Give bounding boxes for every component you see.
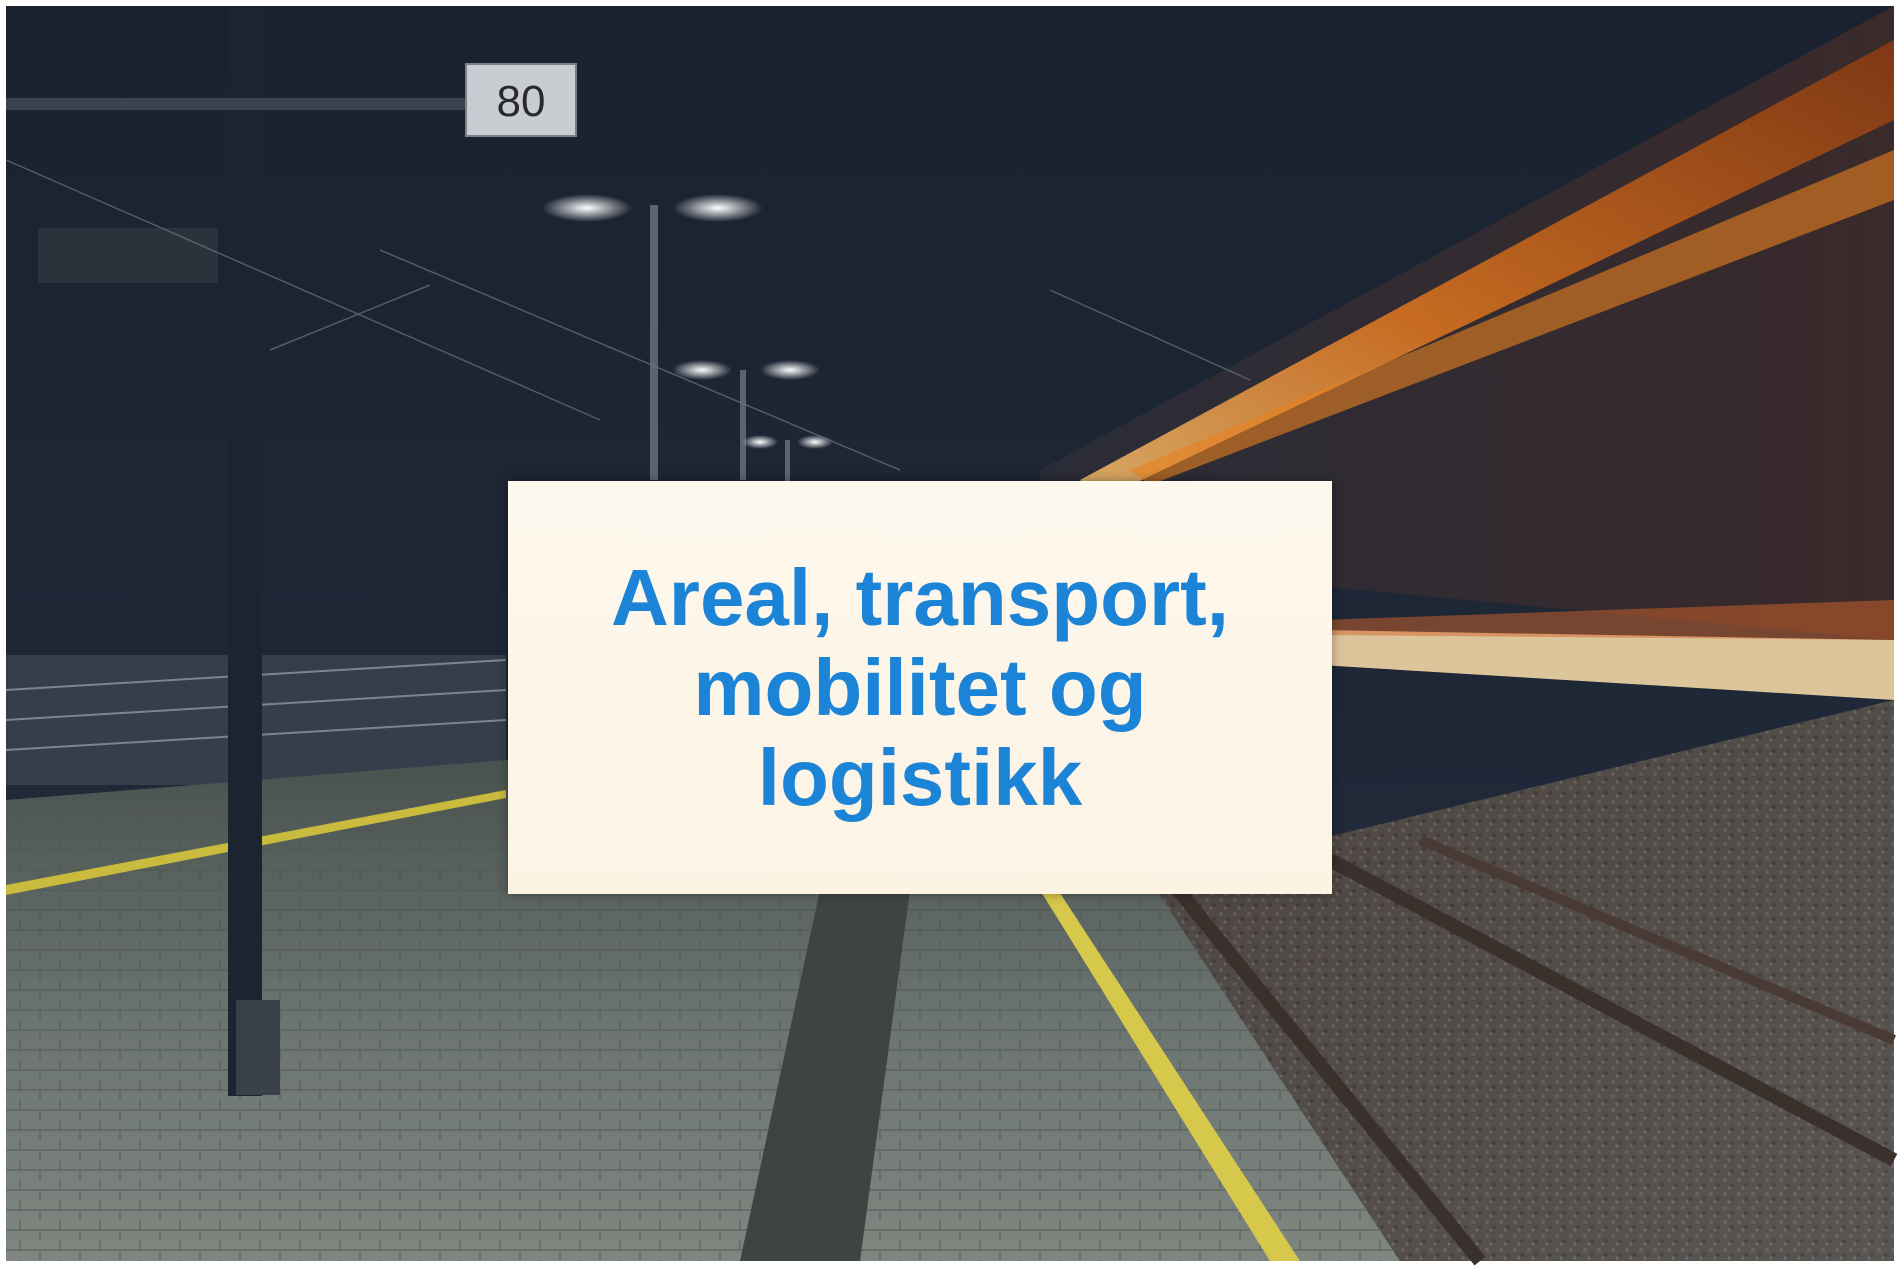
title-line: mobilitet og [693,642,1147,732]
title-card: Areal, transport, mobilitet og logistikk [508,481,1332,894]
slide: 80 Areal, transport, mobilitet og logist… [0,0,1900,1267]
title-line: logistikk [757,732,1083,822]
platform-sign-number: 80 [497,77,546,126]
title-line: Areal, transport, [611,552,1229,642]
slide-title: Areal, transport, mobilitet og logistikk [611,553,1229,823]
